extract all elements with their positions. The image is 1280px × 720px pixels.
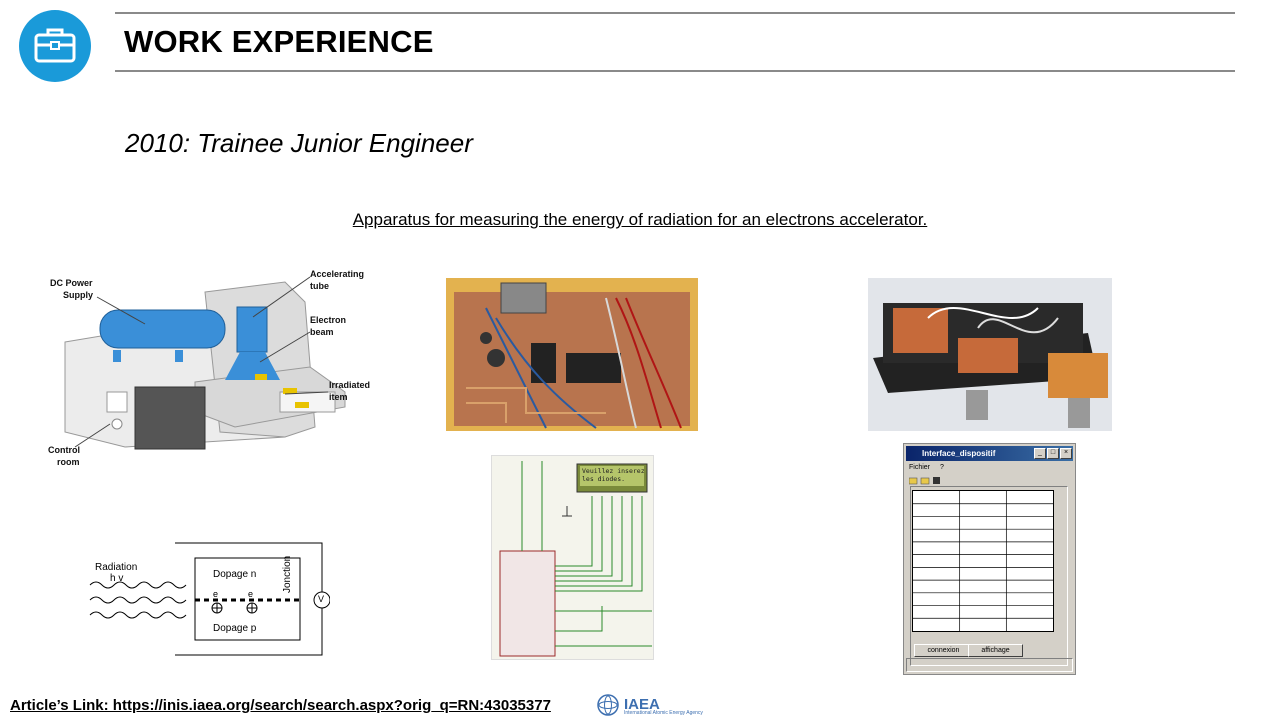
open-folder-icon[interactable]: [909, 477, 918, 485]
menu-help[interactable]: ?: [940, 464, 944, 471]
accelerator-diagram: DC Power Supply Accelerating tube Electr…: [45, 262, 380, 472]
role-title: 2010: Trainee Junior Engineer: [125, 128, 473, 158]
iaea-full-name: International Atomic Energy Agency: [624, 710, 703, 716]
menu-fichier[interactable]: Fichier: [909, 464, 930, 471]
label-beam: beam: [310, 327, 334, 337]
folder-icon[interactable]: [920, 477, 930, 485]
section-badge: [19, 10, 91, 82]
dopage-p-label: Dopage p: [213, 623, 257, 634]
data-grid[interactable]: [912, 490, 1054, 632]
voltmeter-label: V: [318, 594, 325, 604]
iaea-logo-icon: [597, 694, 619, 716]
label-room: room: [57, 457, 80, 467]
page-title: WORK EXPERIENCE: [124, 24, 434, 59]
window-title: Interface_dispositif: [922, 449, 996, 458]
toolbar-icons: [909, 477, 940, 485]
label-accelerating: Accelerating: [310, 269, 365, 279]
circuit-schematic: Veuillez inserez les diodes.: [491, 455, 654, 660]
header-top-rule: [115, 12, 1235, 14]
pcb-photo: [446, 278, 698, 431]
minimize-button[interactable]: _: [1034, 448, 1046, 459]
article-link[interactable]: Article’s Link: https://inis.iaea.org/se…: [10, 697, 551, 714]
electron-label-2: e: [248, 589, 254, 599]
label-tube: tube: [310, 281, 329, 291]
label-electron: Electron: [310, 315, 347, 325]
window-menubar: Fichier ?: [909, 464, 944, 471]
label-supply: Supply: [63, 290, 94, 300]
save-icon[interactable]: [933, 477, 940, 484]
label-irradiated: Irradiated: [329, 380, 371, 390]
header-bottom-rule: [115, 70, 1235, 72]
label-dc-power: DC Power: [50, 278, 93, 288]
status-bar: [906, 658, 1073, 672]
close-button[interactable]: ×: [1060, 448, 1072, 459]
lcd-line-2: les diodes.: [582, 475, 626, 483]
jonction-label: Jonction: [282, 555, 293, 593]
apparatus-caption: Apparatus for measuring the energy of ra…: [352, 210, 928, 229]
interface-window: Interface_dispositif _ □ × Fichier ? con…: [903, 443, 1076, 675]
lcd-line-1: Veuillez inserez: [582, 467, 645, 475]
radiation-label: Radiation: [95, 562, 138, 573]
label-control: Control: [48, 445, 80, 455]
junction-diagram: Radiation h v Dopage n Dopage p e e Jonc…: [85, 540, 330, 665]
electron-label-1: e: [213, 589, 219, 599]
affichage-button[interactable]: affichage: [968, 644, 1023, 657]
briefcase-icon: [34, 28, 76, 63]
label-item: item: [329, 392, 348, 402]
device-photo: [868, 278, 1112, 431]
maximize-button[interactable]: □: [1047, 448, 1059, 459]
connexion-button[interactable]: connexion: [914, 644, 973, 657]
hv-label: h v: [110, 573, 124, 584]
dopage-n-label: Dopage n: [213, 569, 257, 580]
